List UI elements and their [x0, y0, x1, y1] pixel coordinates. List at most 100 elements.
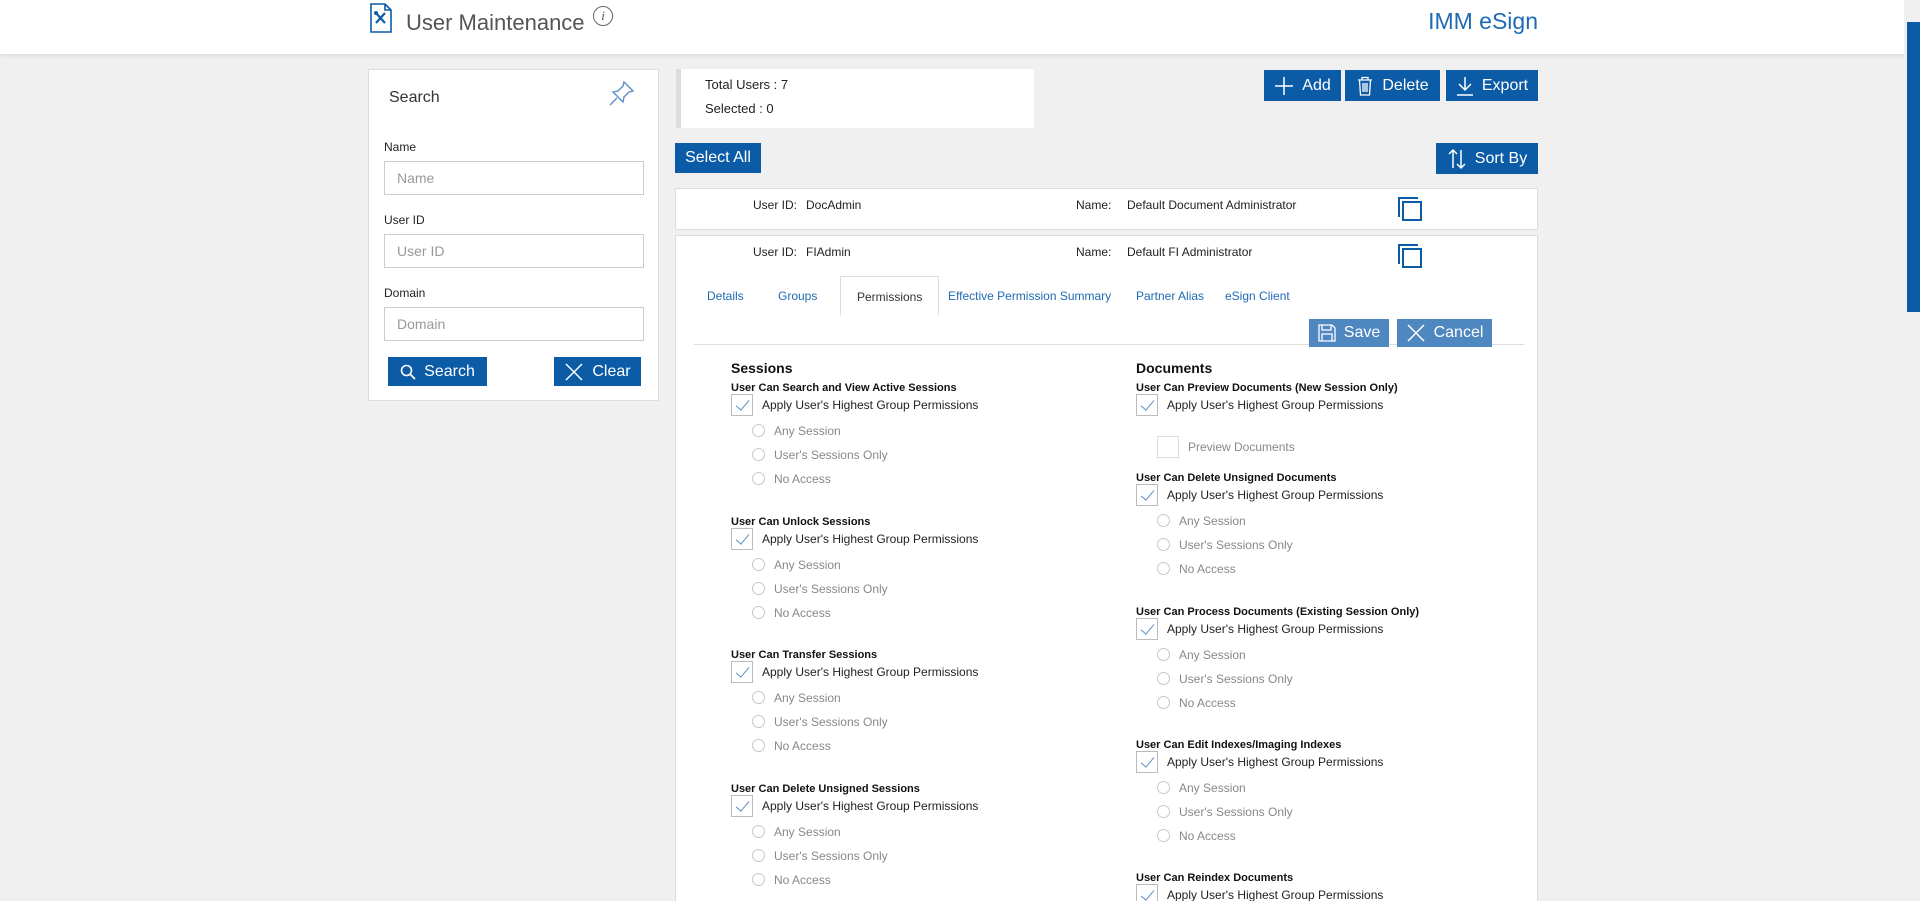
radio-button[interactable]	[752, 424, 765, 437]
radio-label: User's Sessions Only	[774, 848, 888, 863]
radio-label: No Access	[774, 605, 831, 620]
apply-group-permissions-label: Apply User's Highest Group Permissions	[1167, 621, 1384, 636]
radio-button[interactable]	[1157, 538, 1170, 551]
domain-input[interactable]	[384, 307, 644, 341]
radio-button[interactable]	[1157, 781, 1170, 794]
save-button[interactable]: Save	[1309, 319, 1389, 347]
pin-icon[interactable]	[607, 78, 637, 108]
save-button-label: Save	[1343, 324, 1381, 341]
apply-group-permissions-checkbox[interactable]	[1136, 884, 1158, 901]
checkmark-icon	[735, 796, 750, 812]
tab-esign-client[interactable]: eSign Client	[1209, 276, 1306, 316]
radio-button[interactable]	[752, 472, 765, 485]
apply-group-permissions-checkbox[interactable]	[731, 394, 753, 416]
select-all-label: Select All	[685, 149, 751, 166]
user-select-checkbox[interactable]	[1398, 197, 1422, 221]
name-label: Name:	[1076, 245, 1112, 259]
radio-button[interactable]	[1157, 805, 1170, 818]
radio-button[interactable]	[1157, 695, 1170, 709]
permission-title: User Can Delete Unsigned Sessions	[731, 782, 920, 795]
tab-groups[interactable]: Groups	[762, 276, 833, 316]
user-row[interactable]: User ID: DocAdmin Name: Default Document…	[675, 188, 1538, 230]
radio-button[interactable]	[752, 691, 765, 704]
selected-count: Selected : 0	[705, 101, 774, 116]
radio-button[interactable]	[752, 448, 765, 461]
user-select-checkbox[interactable]	[1398, 244, 1422, 268]
tab-partner-alias[interactable]: Partner Alias	[1120, 276, 1220, 316]
close-icon	[1406, 323, 1426, 343]
radio-button[interactable]	[752, 581, 765, 595]
user-row-expanded: User ID: FIAdmin Name: Default FI Admini…	[675, 235, 1538, 901]
permission-title: User Can Edit Indexes/Imaging Indexes	[1136, 739, 1342, 751]
checkmark-icon	[735, 396, 750, 411]
clear-button[interactable]: Clear	[554, 357, 641, 386]
preview-documents-label: Preview Documents	[1188, 440, 1295, 454]
radio-button[interactable]	[752, 848, 765, 862]
radio-button[interactable]	[1157, 514, 1170, 527]
radio-button[interactable]	[752, 824, 765, 838]
apply-group-permissions-checkbox[interactable]	[1136, 617, 1158, 640]
search-button[interactable]: Search	[388, 357, 487, 386]
userid-input[interactable]	[384, 234, 644, 268]
apply-group-permissions-checkbox[interactable]	[1136, 484, 1158, 506]
radio-button[interactable]	[752, 715, 765, 728]
cancel-button-label: Cancel	[1433, 324, 1484, 341]
scrollbar-thumb[interactable]	[1907, 22, 1920, 312]
apply-group-permissions-checkbox[interactable]	[731, 794, 753, 817]
tab-permissions[interactable]: Permissions	[840, 276, 940, 316]
delete-button-label: Delete	[1382, 76, 1429, 94]
permission-title: User Can Delete Unsigned Documents	[1136, 472, 1337, 484]
add-button[interactable]: Add	[1264, 70, 1341, 101]
radio-button[interactable]	[752, 872, 765, 886]
name-value: Default FI Administrator	[1127, 245, 1253, 259]
search-button-label: Search	[424, 362, 475, 380]
trash-icon	[1356, 76, 1374, 96]
preview-documents-checkbox[interactable]	[1157, 436, 1179, 458]
radio-label: No Access	[1179, 695, 1236, 710]
apply-group-permissions-checkbox[interactable]	[1136, 394, 1158, 416]
radio-label: No Access	[774, 739, 831, 753]
export-button-label: Export	[1481, 76, 1529, 94]
radio-label: Any Session	[1179, 514, 1246, 528]
sessions-title: Sessions	[731, 360, 793, 376]
radio-button[interactable]	[752, 739, 765, 752]
radio-button[interactable]	[1157, 562, 1170, 575]
apply-group-permissions-checkbox[interactable]	[731, 527, 753, 550]
search-panel: Search Name User ID Domain Search Clear	[368, 69, 659, 401]
search-panel-title: Search	[389, 89, 440, 106]
delete-button[interactable]: Delete	[1345, 70, 1440, 101]
permission-title: User Can Preview Documents (New Session …	[1136, 382, 1398, 394]
radio-label: User's Sessions Only	[1179, 805, 1293, 819]
apply-group-permissions-checkbox[interactable]	[1136, 751, 1158, 773]
radio-button[interactable]	[1157, 671, 1170, 685]
radio-label: Any Session	[774, 424, 841, 438]
tab-details[interactable]: Details	[691, 276, 760, 316]
tab-effective-permission-summary[interactable]: Effective Permission Summary	[932, 276, 1127, 316]
name-input[interactable]	[384, 161, 644, 195]
radio-button[interactable]	[752, 605, 765, 619]
radio-label: Any Session	[774, 691, 841, 705]
permission-title: User Can Search and View Active Sessions	[731, 382, 957, 394]
select-all-button[interactable]: Select All	[675, 143, 761, 173]
info-icon[interactable]: i	[593, 6, 613, 26]
top-bar: User Maintenance i IMM eSign	[0, 0, 1920, 54]
export-button[interactable]: Export	[1446, 70, 1538, 101]
permission-title: User Can Transfer Sessions	[731, 649, 878, 661]
sort-by-button[interactable]: Sort By	[1436, 143, 1538, 174]
documents-title: Documents	[1136, 360, 1213, 376]
radio-button[interactable]	[1157, 829, 1170, 842]
cancel-button[interactable]: Cancel	[1397, 319, 1492, 347]
apply-group-permissions-label: Apply User's Highest Group Permissions	[762, 665, 979, 679]
plus-icon	[1274, 76, 1294, 96]
name-label: Name	[384, 140, 417, 154]
page-title: User Maintenance	[406, 10, 585, 35]
radio-label: Any Session	[774, 824, 841, 839]
userid-label: User ID:	[753, 245, 798, 259]
permission-title: User Can Reindex Documents	[1136, 872, 1294, 884]
userid-label: User ID:	[753, 198, 798, 212]
radio-button[interactable]	[1157, 647, 1170, 661]
name-label: Name:	[1076, 198, 1112, 212]
apply-group-permissions-checkbox[interactable]	[731, 661, 753, 683]
add-button-label: Add	[1302, 76, 1331, 94]
radio-button[interactable]	[752, 557, 765, 571]
